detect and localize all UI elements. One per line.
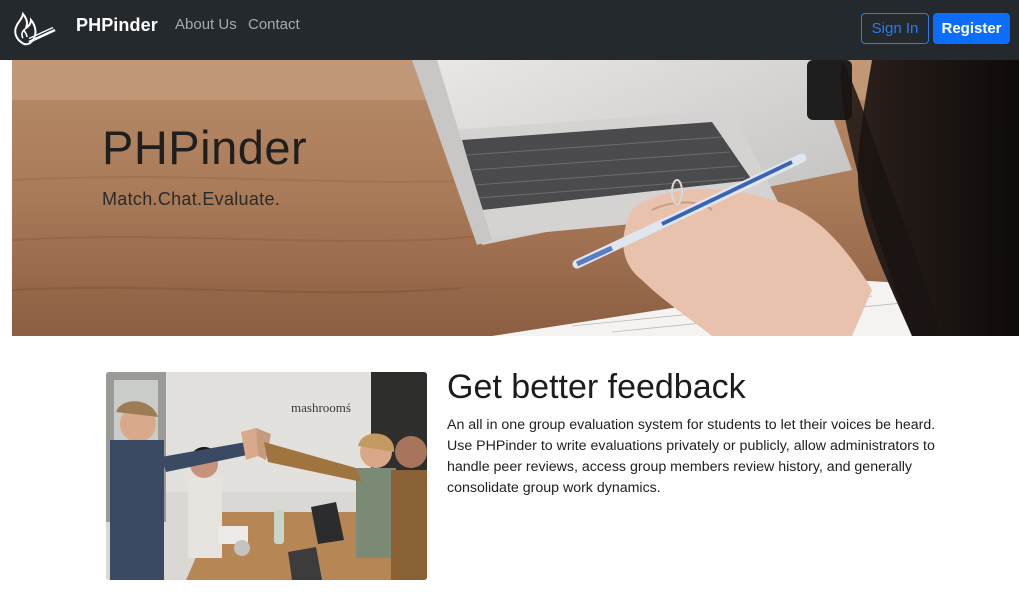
hero-subtitle: Match.Chat.Evaluate.	[102, 189, 281, 209]
hero-title: PHPinder	[102, 121, 308, 174]
feature-title: Get better feedback	[447, 368, 746, 406]
team-high-five-image: mashroomś	[106, 372, 427, 580]
nav-link-about-us[interactable]: About Us	[175, 15, 237, 35]
nav-link-contact[interactable]: Contact	[248, 15, 300, 35]
sign-in-button[interactable]: Sign In	[861, 13, 929, 44]
top-navbar: PHPinder About Us Contact Sign In Regist…	[0, 0, 1019, 60]
brand-name[interactable]: PHPinder	[76, 14, 158, 36]
hero-banner: PHPinder Match.Chat.Evaluate.	[12, 60, 1019, 336]
feature-description: An all in one group evaluation system fo…	[447, 417, 936, 496]
wall-sign-text: mashroomś	[291, 400, 351, 415]
flame-match-icon[interactable]	[10, 10, 58, 50]
register-button[interactable]: Register	[933, 13, 1010, 44]
